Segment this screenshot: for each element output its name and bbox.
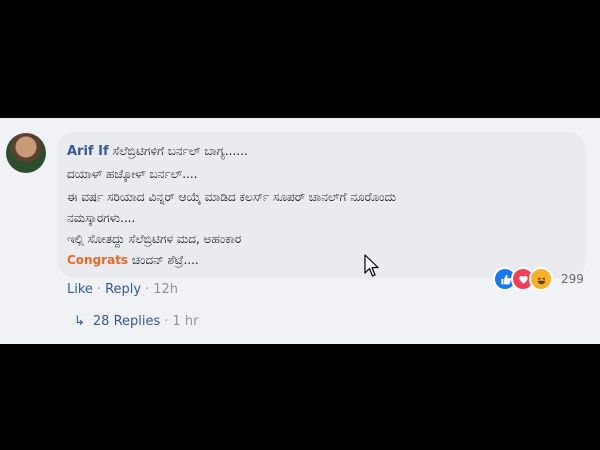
reactions-summary[interactable]: 299 [493, 267, 584, 291]
comment-panel: Arif If ಸೆಲೆಬ್ರಿಟಿಗಳಿಗೆ ಬರ್ನಲ್ ಬಾಗ್ಯ....… [0, 118, 600, 344]
comment-actions: Like · Reply · 12h [67, 282, 178, 297]
separator: · [96, 282, 102, 297]
reply-link[interactable]: Reply [105, 282, 141, 297]
comment-timestamp[interactable]: 12h [153, 282, 178, 297]
highlighted-word: Congrats [67, 253, 129, 267]
comment-first-line: Arif If ಸೆಲೆಬ್ರಿಟಿಗಳಿಗೆ ಬರ್ನಲ್ ಬಾಗ್ಯ....… [67, 144, 248, 159]
separator: · [145, 282, 150, 297]
comment-text-line: ದಯಾಳ್ ಹಚ್ಕೋಳ್ ಬರ್ನಲ್.... [67, 167, 198, 181]
comment-text-line: ಚಂದನ್ ಶೆಟ್ರೆ.... [131, 253, 199, 267]
haha-icon [529, 267, 553, 291]
separator: · [164, 314, 169, 329]
comment-text-line: ಸೆಲೆಬ್ರಿಟಿಗಳಿಗೆ ಬರ್ನಲ್ ಬಾಗ್ಯ...... [112, 144, 248, 158]
replies-timestamp: 1 hr [172, 314, 199, 329]
like-link[interactable]: Like [67, 282, 93, 297]
reply-arrow-icon: ↳ [74, 314, 85, 329]
comment-text-line: ಇಲ್ಲಿ ಸೋತದ್ದು ಸೆಲೆಬ್ರಿಟಿಗಳ ಮದ, ಅಹಂಕಾರ [67, 232, 242, 246]
comment-bubble: Arif If ಸೆಲೆಬ್ರಿಟಿಗಳಿಗೆ ಬರ್ನಲ್ ಬಾಗ್ಯ....… [57, 132, 586, 278]
reactions-count: 299 [561, 272, 584, 286]
comment-text-line: ಈ ವರ್ಷ ಸರಿಯಾದ ವಿನ್ನರ್ ಆಯ್ಕೆ ಮಾಡಿದ ಕಲರ್ಸ್… [67, 190, 397, 204]
author-name[interactable]: Arif If [67, 144, 109, 159]
avatar[interactable] [6, 133, 46, 173]
mouse-cursor-icon [364, 254, 379, 277]
view-replies-link[interactable]: ↳ 28 Replies · 1 hr [74, 314, 198, 329]
replies-count-label[interactable]: 28 Replies [93, 314, 160, 329]
comment-text-line: ನಮಸ್ಕಾರಗಳು.... [67, 211, 136, 225]
comment-last-line: Congrats ಚಂದನ್ ಶೆಟ್ರೆ.... [67, 253, 199, 268]
